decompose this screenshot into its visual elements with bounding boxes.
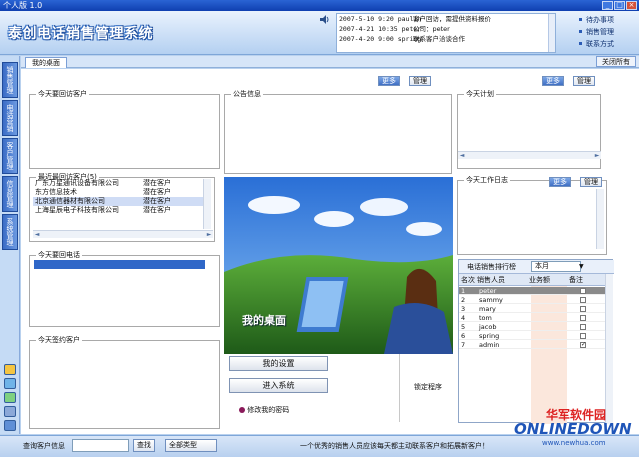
reminder-row[interactable]: 2007-4-20 9:00 spring 联系客户洽谈合作 <box>337 34 555 44</box>
work-manage-button[interactable]: 管理 <box>580 177 602 187</box>
reminder-list[interactable]: 2007-5-10 9:20 paulin 客户回访，需提供资料报价 2007-4… <box>336 13 556 53</box>
work-more-button[interactable]: 更多 <box>549 177 571 187</box>
arrow-right-icon[interactable]: ► <box>205 231 213 238</box>
folder-icon[interactable] <box>4 364 16 375</box>
lock-program-button[interactable]: 锁定程序 <box>399 352 456 422</box>
nav-item-sales[interactable]: 销售管理 <box>2 62 18 98</box>
reminder-scrollbar[interactable] <box>548 14 555 52</box>
my-settings-button[interactable]: 我的设置 <box>229 356 328 371</box>
list-item[interactable]: 广东万星通讯设备有限公司 潜在客户 <box>33 179 203 188</box>
panel-title: 今天计划 <box>466 90 494 98</box>
window-titlebar: 个人版 1.0 _ □ × <box>0 0 639 11</box>
list-item[interactable]: 东方信息技术 潜在客户 <box>33 188 203 197</box>
speaker-icon <box>320 15 329 24</box>
plan-manage-button[interactable]: 管理 <box>573 76 595 86</box>
panel-visit-today: 今天要回访客户 <box>29 89 220 169</box>
search-input[interactable] <box>72 439 129 452</box>
table-row[interactable]: 1 peter <box>459 287 605 295</box>
table-row[interactable]: 4 tom <box>459 314 605 322</box>
close-button[interactable]: × <box>626 1 637 10</box>
change-password-link[interactable]: 修改我的密码 <box>247 406 289 414</box>
panel-signed-today: 今天签约客户 <box>29 335 220 429</box>
notice-manage-button[interactable]: 管理 <box>409 76 431 86</box>
recent-visit-list[interactable]: 广东万星通讯设备有限公司 潜在客户 东方信息技术 潜在客户 北京通信器材有限公司 潜在… <box>33 179 203 227</box>
reminder-row[interactable]: 2007-4-21 10:35 peter 公司：peter <box>337 24 555 34</box>
mail-icon[interactable] <box>4 378 16 389</box>
tab-my-desktop[interactable]: 我的桌面 <box>25 57 67 68</box>
tab-bar: 我的桌面 关闭所有 <box>21 56 639 68</box>
panel-notice: 公告信息 <box>224 89 452 174</box>
panel-work-log: 今天工作日志 <box>457 175 607 255</box>
notice-more-button[interactable]: 更多 <box>378 76 400 86</box>
table-row[interactable]: 5 jacob <box>459 323 605 331</box>
table-row[interactable]: 3 mary <box>459 305 605 313</box>
arrow-left-icon[interactable]: ◄ <box>33 231 41 238</box>
window-title: 个人版 1.0 <box>3 1 43 10</box>
desktop-caption: 我的桌面 <box>242 314 286 327</box>
help-icon[interactable] <box>4 420 16 431</box>
nav-item-customers[interactable]: 客户管理 <box>2 138 18 174</box>
work-vscrollbar[interactable] <box>596 189 604 249</box>
type-select[interactable]: 全部类型 <box>165 439 217 452</box>
panel-title: 今天工作日志 <box>466 176 508 184</box>
panel-title: 今天签约客户 <box>38 336 80 344</box>
enter-system-button[interactable]: 进入系统 <box>229 378 328 393</box>
list-item[interactable]: 上海星辰电子科技有限公司 潜在客户 <box>33 206 203 215</box>
nav-item-telemarketing[interactable]: 电话营销 <box>2 100 18 136</box>
reminder-row[interactable]: 2007-5-10 9:20 paulin 客户回访，需提供资料报价 <box>337 14 555 24</box>
plan-hscrollbar[interactable]: ◄ ► <box>458 151 601 159</box>
panel-title: 今天要回访客户 <box>38 90 87 98</box>
list-item[interactable]: 北京通信器材有限公司 潜在客户 <box>33 197 203 206</box>
calendar-icon[interactable] <box>4 392 16 403</box>
arrow-left-icon[interactable]: ◄ <box>458 152 466 159</box>
panel-title: 公告信息 <box>233 90 261 98</box>
app-header: 泰创电话销售管理系统 2007-5-10 9:20 paulin 客户回访，需提供… <box>0 11 639 55</box>
table-row[interactable]: 2 sammy <box>459 296 605 304</box>
minimize-button[interactable]: _ <box>602 1 613 10</box>
contacts-icon[interactable] <box>4 406 16 417</box>
header-link[interactable]: 待办事项 <box>578 14 638 26</box>
left-nav: 销售管理 电话营销 客户管理 信息管理 系统管理 <box>0 56 20 434</box>
header-links: 待办事项 销售管理 联系方式 <box>578 14 638 50</box>
callback-selected-row[interactable] <box>34 260 205 269</box>
panel-title: 今天要回电话 <box>38 251 80 259</box>
status-message: 一个优秀的销售人员应该每天都主动联系客户和拓展新客户！ <box>300 442 489 450</box>
arrow-right-icon[interactable]: ► <box>593 152 601 159</box>
table-row[interactable]: 7 admin ✓ <box>459 341 605 349</box>
desktop-image: 我的桌面 <box>224 177 453 354</box>
header-link[interactable]: 销售管理 <box>578 26 638 38</box>
ranking-title: 电话销售排行榜 <box>467 263 516 271</box>
chevron-down-icon[interactable]: ▼ <box>579 262 584 271</box>
period-select[interactable]: 本月 <box>531 261 581 272</box>
ranking-columns: 名次 销售人员 业务额 备注 <box>459 274 605 286</box>
search-button[interactable]: 查找 <box>133 439 155 452</box>
close-all-button[interactable]: 关闭所有 <box>596 56 636 67</box>
bullet-icon <box>239 407 245 413</box>
app-logo: 泰创电话销售管理系统 <box>8 26 153 42</box>
ranking-vscrollbar[interactable] <box>605 274 613 424</box>
nav-item-system[interactable]: 系统管理 <box>2 214 18 250</box>
watermark-logo: 华军软件园 ONLINEDOWN www.newhua.com <box>514 408 632 447</box>
nav-item-info[interactable]: 信息管理 <box>2 176 18 212</box>
recent-hscrollbar[interactable]: ◄ ► <box>33 230 213 238</box>
maximize-button[interactable]: □ <box>614 1 625 10</box>
recent-vscrollbar[interactable] <box>203 179 211 229</box>
plan-more-button[interactable]: 更多 <box>542 76 564 86</box>
table-row[interactable]: 6 spring <box>459 332 605 340</box>
ranking-header: 电话销售排行榜 本月 ▼ <box>459 260 614 274</box>
sales-ranking-panel: 电话销售排行榜 本月 ▼ 名次 销售人员 业务额 备注 1 peter 2 samm… <box>458 259 614 424</box>
header-link[interactable]: 联系方式 <box>578 38 638 50</box>
search-label: 查询客户信息 <box>23 442 65 450</box>
